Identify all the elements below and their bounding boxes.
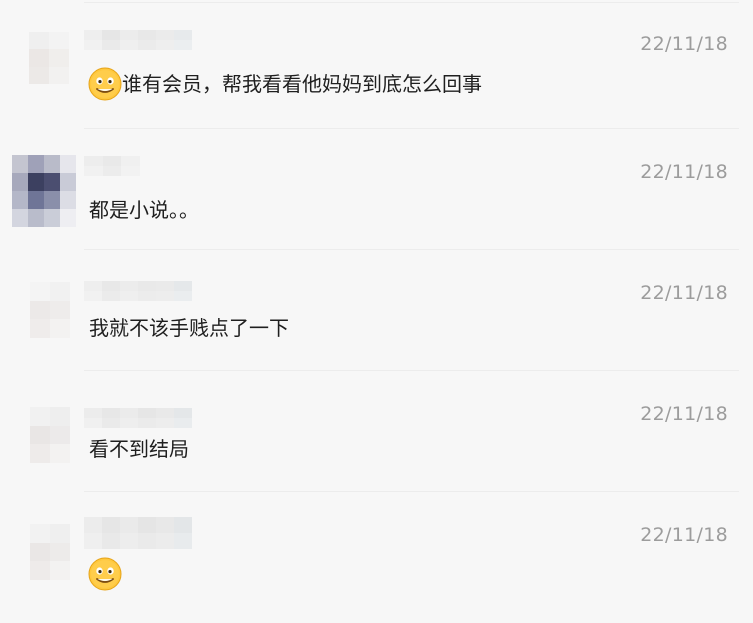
timestamp: 22/11/18 — [640, 282, 728, 304]
comment-text-content: 我就不该手贱点了一下 — [89, 316, 289, 340]
divider — [84, 128, 739, 129]
comment-text-content: 都是小说。。 — [89, 198, 199, 222]
avatar[interactable] — [12, 155, 76, 227]
comment-text-content: 看不到结局 — [89, 437, 189, 461]
username[interactable] — [84, 408, 192, 428]
comment-list: 22/11/18 谁有会员，帮我看看他妈妈到底怎么回事 22/11/18 都是小… — [0, 0, 753, 623]
comment-item: 22/11/18 谁有会员，帮我看看他妈妈到底怎么回事 — [0, 0, 753, 121]
comment-item: 22/11/18 看不到结局 — [0, 370, 753, 491]
avatar[interactable] — [30, 524, 70, 580]
divider — [84, 249, 739, 250]
username[interactable] — [84, 281, 192, 301]
comment-text: 都是小说。。 — [89, 196, 199, 224]
comment-text: 我就不该手贱点了一下 — [89, 314, 289, 342]
comment-item: 22/11/18 都是小说。。 — [0, 128, 753, 249]
timestamp: 22/11/18 — [640, 403, 728, 425]
timestamp: 22/11/18 — [640, 161, 728, 183]
divider — [84, 2, 739, 3]
timestamp: 22/11/18 — [640, 33, 728, 55]
avatar[interactable] — [29, 32, 69, 84]
timestamp: 22/11/18 — [640, 524, 728, 546]
divider — [84, 491, 739, 492]
username[interactable] — [84, 30, 192, 50]
divider — [84, 370, 739, 371]
avatar[interactable] — [30, 282, 70, 338]
comment-text: 谁有会员，帮我看看他妈妈到底怎么回事 — [88, 67, 482, 101]
comment-item: 22/11/18 — [0, 491, 753, 623]
comment-text — [88, 557, 122, 591]
comment-item: 22/11/18 我就不该手贱点了一下 — [0, 249, 753, 370]
wry-smile-emoji-icon — [88, 557, 122, 591]
avatar[interactable] — [30, 407, 70, 463]
username[interactable] — [84, 156, 140, 176]
comment-text: 看不到结局 — [89, 435, 189, 463]
wry-smile-emoji-icon — [88, 67, 122, 101]
username[interactable] — [84, 517, 192, 549]
comment-text-content: 谁有会员，帮我看看他妈妈到底怎么回事 — [122, 72, 482, 96]
